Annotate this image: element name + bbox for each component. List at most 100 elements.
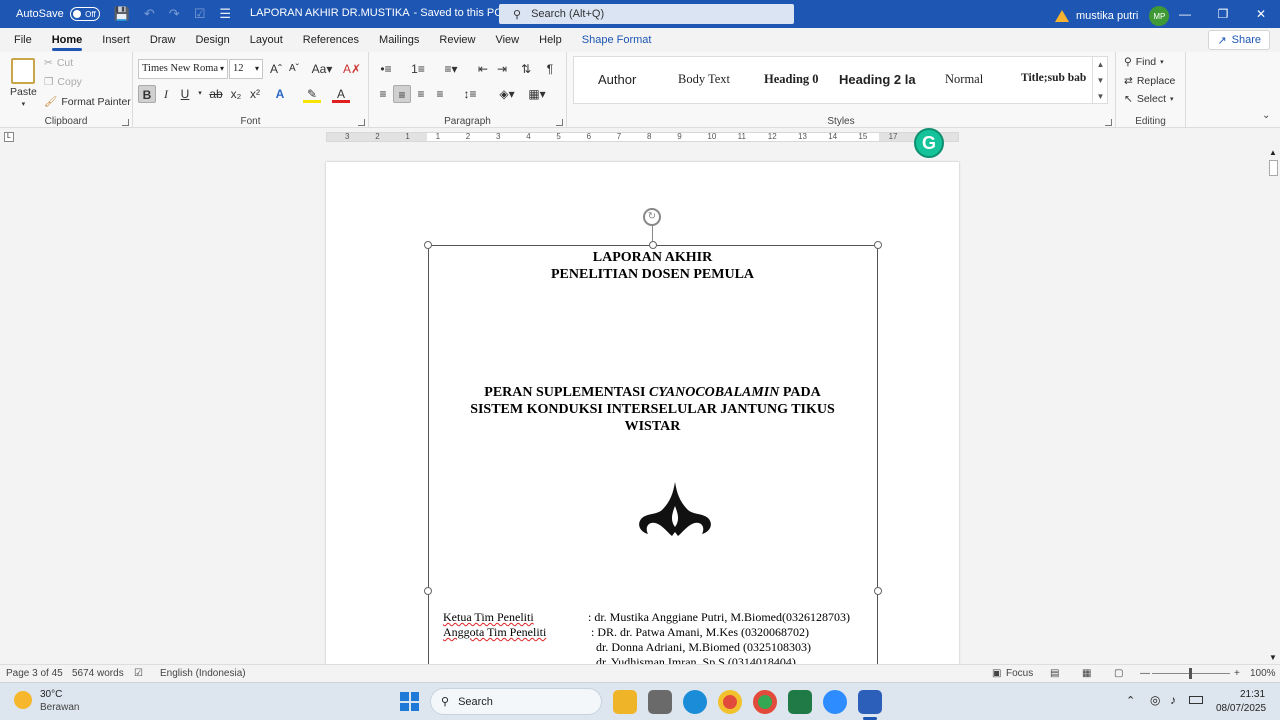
task-view-icon[interactable]	[648, 690, 672, 714]
resize-handle[interactable]	[424, 241, 432, 249]
word-icon[interactable]	[858, 690, 882, 714]
tab-design[interactable]: Design	[185, 28, 239, 52]
highlighter-icon[interactable]: ✎	[303, 85, 321, 103]
redo-icon[interactable]: ↷	[169, 6, 180, 22]
windows-start-icon[interactable]	[400, 692, 419, 711]
tab-mailings[interactable]: Mailings	[369, 28, 429, 52]
minimize-icon[interactable]: —	[1166, 0, 1204, 28]
save-icon[interactable]: 💾	[114, 6, 130, 22]
edge-icon[interactable]	[683, 690, 707, 714]
line-spacing-icon[interactable]: ↕≡	[457, 85, 483, 103]
horizontal-ruler[interactable]: 3 2 1 1 2 3 4 5 6 7 8 9 10 11 12 13 14 15 17	[326, 132, 959, 142]
autosave-control[interactable]: AutoSave Off	[16, 7, 100, 21]
word-count[interactable]: 5674 words	[72, 668, 124, 679]
chrome-profile-icon[interactable]	[753, 690, 777, 714]
more-icon[interactable]: ▼	[1097, 92, 1105, 101]
italic-icon[interactable]: I	[157, 85, 175, 103]
bullets-icon[interactable]: •≡	[374, 60, 398, 78]
align-left-icon[interactable]: ≡	[374, 85, 392, 103]
vertical-scrollbar[interactable]: ▲ ▼	[1266, 146, 1280, 664]
style-title-sub-bab[interactable]: Title;sub bab	[1021, 72, 1086, 84]
page-count[interactable]: Page 3 of 45	[6, 668, 63, 679]
weather-temp[interactable]: 30°C	[40, 689, 62, 700]
tab-draw[interactable]: Draw	[140, 28, 186, 52]
user-account[interactable]: mustika putri MP	[1055, 6, 1170, 26]
document-page[interactable]: ↻ LAPORAN AKHIR PENELITIAN DOSEN PEMULA …	[326, 162, 959, 664]
tab-shape-format[interactable]: Shape Format	[572, 28, 662, 52]
autosave-toggle[interactable]: Off	[69, 7, 100, 21]
undo-icon[interactable]: ↶	[144, 6, 155, 22]
warning-icon[interactable]	[1055, 10, 1069, 22]
tab-file[interactable]: File	[4, 28, 42, 52]
font-color-icon[interactable]: A	[332, 85, 350, 103]
resize-handle[interactable]	[874, 587, 882, 595]
copy-button[interactable]: ❐ Copy	[44, 76, 82, 88]
select-button[interactable]: ↖ Select ▾	[1124, 93, 1174, 105]
shrink-font-icon[interactable]: Aˇ	[285, 60, 303, 78]
replace-button[interactable]: ⇄ Replace	[1124, 75, 1175, 87]
weather-icon[interactable]	[14, 691, 32, 709]
decrease-indent-icon[interactable]: ⇤	[474, 60, 492, 78]
read-mode-icon[interactable]: ▤	[1050, 668, 1059, 679]
chevron-down-icon[interactable]: ▼	[1097, 76, 1105, 85]
close-icon[interactable]: ✕	[1242, 0, 1280, 28]
chevron-up-icon[interactable]: ▲	[1269, 148, 1277, 157]
font-size-select[interactable]: 12 ▾	[229, 59, 263, 79]
dialog-launcher-icon[interactable]	[122, 119, 129, 126]
format-painter-button[interactable]: 🖌 Format Painter	[44, 95, 131, 109]
strikethrough-icon[interactable]: ab	[207, 85, 225, 103]
zoom-slider-thumb[interactable]	[1189, 668, 1192, 679]
sort-icon[interactable]: ⇅	[517, 60, 535, 78]
tab-view[interactable]: View	[485, 28, 529, 52]
document-title[interactable]: LAPORAN AKHIR DR.MUSTIKA - Saved to this…	[250, 7, 512, 20]
bold-icon[interactable]: B	[138, 85, 156, 103]
zoom-level[interactable]: 100%	[1250, 668, 1276, 679]
align-right-icon[interactable]: ≡	[412, 85, 430, 103]
dialog-launcher-icon[interactable]	[556, 119, 563, 126]
rotate-handle-icon[interactable]: ↻	[643, 208, 661, 226]
borders-icon[interactable]: ▦▾	[524, 85, 550, 103]
grow-font-icon[interactable]: Aˆ	[267, 60, 285, 78]
chevron-down-icon[interactable]: ▼	[1269, 653, 1277, 662]
wifi-icon[interactable]: ◎	[1150, 693, 1160, 707]
file-explorer-icon[interactable]	[613, 690, 637, 714]
focus-icon[interactable]: ▣	[992, 668, 1001, 679]
tab-references[interactable]: References	[293, 28, 369, 52]
chrome-icon[interactable]	[718, 690, 742, 714]
taskbar-search[interactable]: ⚲ Search	[430, 688, 602, 715]
tab-review[interactable]: Review	[429, 28, 485, 52]
language-status[interactable]: English (Indonesia)	[160, 668, 246, 679]
zoom-app-icon[interactable]	[823, 690, 847, 714]
tray-chevron-icon[interactable]: ⌃	[1126, 694, 1135, 707]
grammarly-icon[interactable]: G	[914, 128, 944, 158]
customize-toolbar-icon[interactable]: ☰	[219, 6, 231, 22]
style-gallery-scroll[interactable]: ▲ ▼ ▼	[1092, 56, 1108, 104]
zoom-in-icon[interactable]: +	[1234, 668, 1240, 679]
dialog-launcher-icon[interactable]	[1105, 119, 1112, 126]
subscript-icon[interactable]: x₂	[227, 85, 245, 103]
checkmark-icon[interactable]: ☑	[194, 6, 206, 22]
collapse-ribbon-icon[interactable]: ⌄	[1262, 110, 1270, 121]
focus-button[interactable]: Focus	[1006, 668, 1033, 679]
increase-indent-icon[interactable]: ⇥	[493, 60, 511, 78]
superscript-icon[interactable]: x²	[246, 85, 264, 103]
style-author[interactable]: Author	[598, 72, 636, 87]
align-center-icon[interactable]: ≡	[393, 85, 411, 103]
excel-icon[interactable]	[788, 690, 812, 714]
tab-home[interactable]: Home	[42, 28, 93, 52]
clear-formatting-icon[interactable]: A✗	[343, 60, 361, 78]
proofing-icon[interactable]: ☑	[134, 668, 143, 679]
cut-button[interactable]: ✂ Cut	[44, 57, 73, 69]
justify-icon[interactable]: ≡	[431, 85, 449, 103]
web-layout-icon[interactable]: ▢	[1114, 668, 1123, 679]
resize-handle[interactable]	[424, 587, 432, 595]
text-box-shape[interactable]	[428, 245, 878, 664]
paste-button[interactable]: Paste ▾	[10, 58, 37, 108]
font-family-select[interactable]: Times New Roma ▾	[138, 59, 228, 79]
restore-icon[interactable]: ❐	[1204, 0, 1242, 28]
zoom-out-icon[interactable]: —	[1140, 668, 1150, 679]
shading-icon[interactable]: ◈▾	[494, 85, 520, 103]
numbering-icon[interactable]: 1≡	[406, 60, 430, 78]
print-layout-icon[interactable]: ▦	[1082, 668, 1091, 679]
style-normal[interactable]: Normal	[945, 72, 983, 87]
